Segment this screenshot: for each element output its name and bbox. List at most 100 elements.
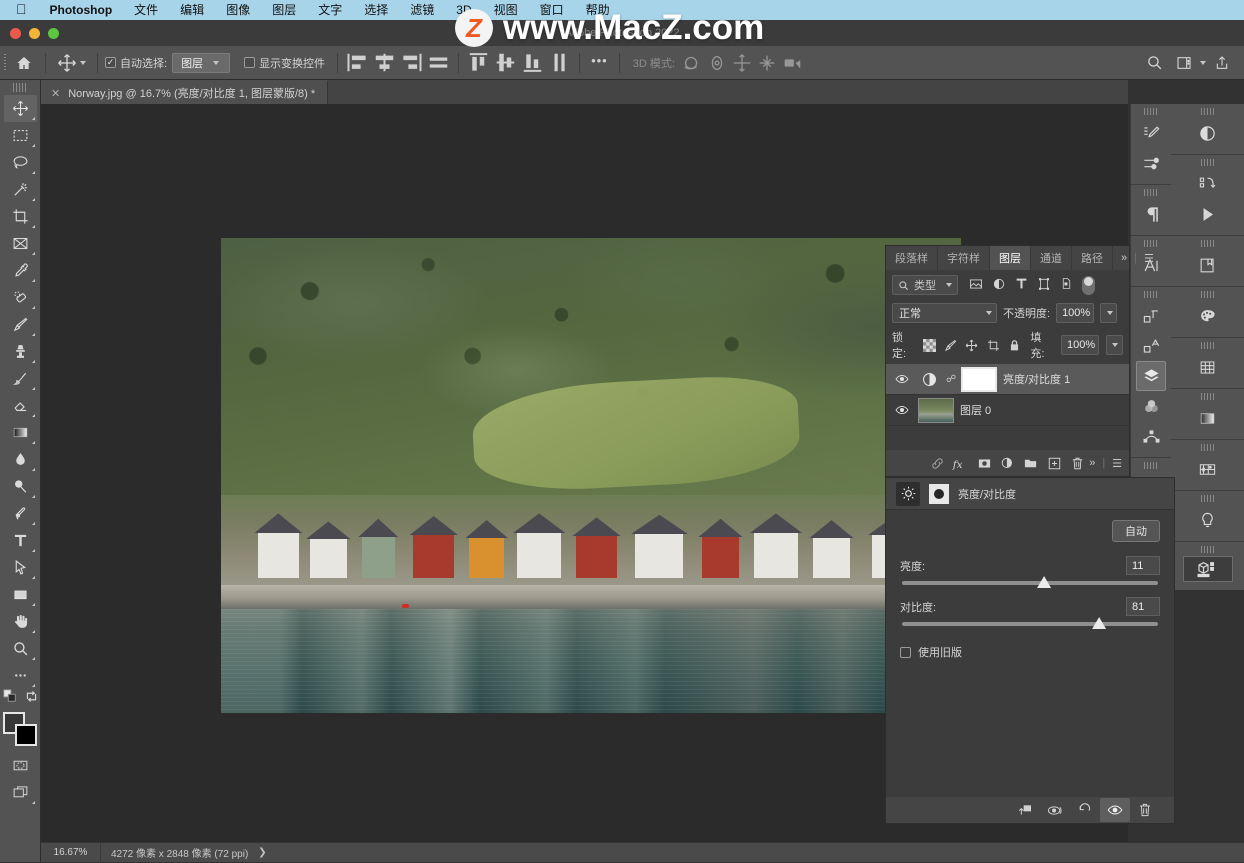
auto-select-checkbox[interactable]: ✓	[105, 57, 116, 68]
contrast-slider-track[interactable]	[902, 622, 1158, 626]
more-tools[interactable]	[4, 662, 37, 689]
move-tool[interactable]	[4, 95, 37, 122]
menu-item-file[interactable]: 文件	[123, 0, 169, 20]
delete-layer-icon[interactable]	[1066, 450, 1089, 476]
add-mask-icon[interactable]	[973, 450, 996, 476]
menu-item-3d[interactable]: 3D	[445, 0, 482, 20]
background-color-swatch[interactable]	[15, 724, 37, 746]
use-legacy-row[interactable]: 使用旧版	[900, 644, 1160, 660]
align-left-edges-icon[interactable]	[345, 51, 370, 75]
chevron-down-icon[interactable]	[1200, 61, 1206, 65]
brush-presets-icon[interactable]	[1136, 148, 1166, 178]
align-horizontal-centers-icon[interactable]	[372, 51, 397, 75]
layer-comps-icon[interactable]	[1136, 301, 1166, 331]
dock-group-grip[interactable]	[1201, 291, 1215, 298]
dock-group-grip[interactable]	[1201, 342, 1215, 349]
menu-item-filter[interactable]: 滤镜	[399, 0, 445, 20]
mask-link-icon[interactable]: ☍	[946, 374, 955, 385]
filter-smart-object-icon[interactable]	[1060, 277, 1073, 293]
toggle-visibility-icon[interactable]	[1100, 798, 1130, 822]
dodge-tool[interactable]	[4, 473, 37, 500]
eyedropper-tool[interactable]	[4, 257, 37, 284]
swap-colors-icon[interactable]	[25, 690, 38, 706]
delete-adjustment-icon[interactable]	[1130, 798, 1160, 822]
menu-item-window[interactable]: 窗口	[529, 0, 575, 20]
tools-panel-grip[interactable]	[13, 83, 27, 92]
contrast-slider-knob[interactable]	[1092, 617, 1106, 629]
dock-group-grip[interactable]	[1144, 189, 1158, 196]
blur-tool[interactable]	[4, 446, 37, 473]
3d-slide-icon[interactable]	[756, 52, 778, 74]
chevron-double-right-icon[interactable]: »	[1089, 457, 1095, 469]
filter-shape-icon[interactable]	[1037, 277, 1051, 294]
channels-dock-icon[interactable]	[1136, 391, 1166, 421]
libraries-icon[interactable]	[1193, 250, 1223, 280]
eraser-tool[interactable]	[4, 392, 37, 419]
auto-button[interactable]: 自动	[1112, 520, 1160, 542]
menu-item-select[interactable]: 选择	[353, 0, 399, 20]
dock-group-grip[interactable]	[1144, 291, 1158, 298]
layer-thumbnail[interactable]	[918, 398, 954, 423]
3d-roll-icon[interactable]	[706, 52, 728, 74]
distribute-vertical-icon[interactable]	[547, 51, 572, 75]
clip-to-layer-icon[interactable]	[1010, 798, 1040, 822]
history-icon[interactable]	[1193, 169, 1223, 199]
tab-channels[interactable]: 通道	[1031, 246, 1072, 270]
menu-item-photoshop[interactable]: Photoshop	[39, 0, 124, 20]
filter-toggle-switch[interactable]	[1082, 276, 1095, 295]
swatches-icon[interactable]	[1193, 301, 1223, 331]
new-group-icon[interactable]	[1019, 450, 1042, 476]
fill-stepper[interactable]	[1106, 335, 1123, 355]
dock-group-grip[interactable]	[1201, 393, 1215, 400]
layers-dock-icon[interactable]	[1136, 361, 1166, 391]
use-legacy-checkbox[interactable]	[900, 647, 911, 658]
frame-tool[interactable]	[4, 230, 37, 257]
layer-name[interactable]: 亮度/对比度 1	[1003, 371, 1070, 387]
rectangle-tool[interactable]	[4, 581, 37, 608]
type-tool[interactable]	[4, 527, 37, 554]
brush-settings-icon[interactable]	[1136, 118, 1166, 148]
search-icon[interactable]	[1140, 50, 1168, 76]
hand-tool[interactable]	[4, 608, 37, 635]
glyphs-icon[interactable]	[1136, 331, 1166, 361]
healing-brush-tool[interactable]	[4, 284, 37, 311]
share-icon[interactable]	[1208, 50, 1236, 76]
document-image[interactable]	[221, 238, 961, 713]
shapes-icon[interactable]	[1193, 454, 1223, 484]
history-brush-tool[interactable]	[4, 365, 37, 392]
auto-select-scope-dropdown[interactable]: 图层	[172, 53, 230, 73]
layer-visibility-icon[interactable]	[892, 403, 912, 417]
actions-icon[interactable]	[1193, 199, 1223, 229]
magic-wand-tool[interactable]	[4, 176, 37, 203]
gradient-tool[interactable]	[4, 419, 37, 446]
brightness-slider-track[interactable]	[902, 581, 1158, 585]
patterns-icon[interactable]	[1193, 352, 1223, 382]
3d-camera-icon[interactable]	[781, 52, 803, 74]
dock-group-grip[interactable]	[1201, 159, 1215, 166]
brightness-contrast-icon[interactable]	[896, 482, 920, 506]
dock-group-grip[interactable]	[1201, 240, 1215, 247]
clone-stamp-tool[interactable]	[4, 338, 37, 365]
align-bottom-edges-icon[interactable]	[520, 51, 545, 75]
link-layers-icon[interactable]	[926, 450, 949, 476]
layer-visibility-icon[interactable]	[892, 372, 912, 386]
layer-mask-thumbnail[interactable]	[961, 367, 997, 392]
pen-tool[interactable]	[4, 500, 37, 527]
panel-menu-icon[interactable]: ☰	[1144, 252, 1154, 265]
quick-mask-toggle[interactable]	[4, 752, 37, 779]
brightness-slider-knob[interactable]	[1037, 576, 1051, 588]
close-icon[interactable]: ✕	[51, 87, 60, 100]
layer-row-brightness-contrast[interactable]: ☍ 亮度/对比度 1	[886, 364, 1129, 395]
adjustment-thumbnail[interactable]	[918, 368, 940, 390]
menu-item-view[interactable]: 视图	[483, 0, 529, 20]
dock-group-grip[interactable]	[1144, 462, 1158, 469]
brightness-value-field[interactable]: 11	[1126, 556, 1160, 575]
path-selection-tool[interactable]	[4, 554, 37, 581]
more-options-button[interactable]: •••	[587, 53, 612, 73]
menu-item-edit[interactable]: 编辑	[169, 0, 215, 20]
3d-icon[interactable]	[1183, 556, 1233, 582]
apple-icon[interactable]: 	[8, 2, 39, 18]
align-right-edges-icon[interactable]	[399, 51, 424, 75]
fill-value-field[interactable]: 100%	[1061, 335, 1099, 355]
filter-type-icon[interactable]	[1015, 277, 1028, 293]
